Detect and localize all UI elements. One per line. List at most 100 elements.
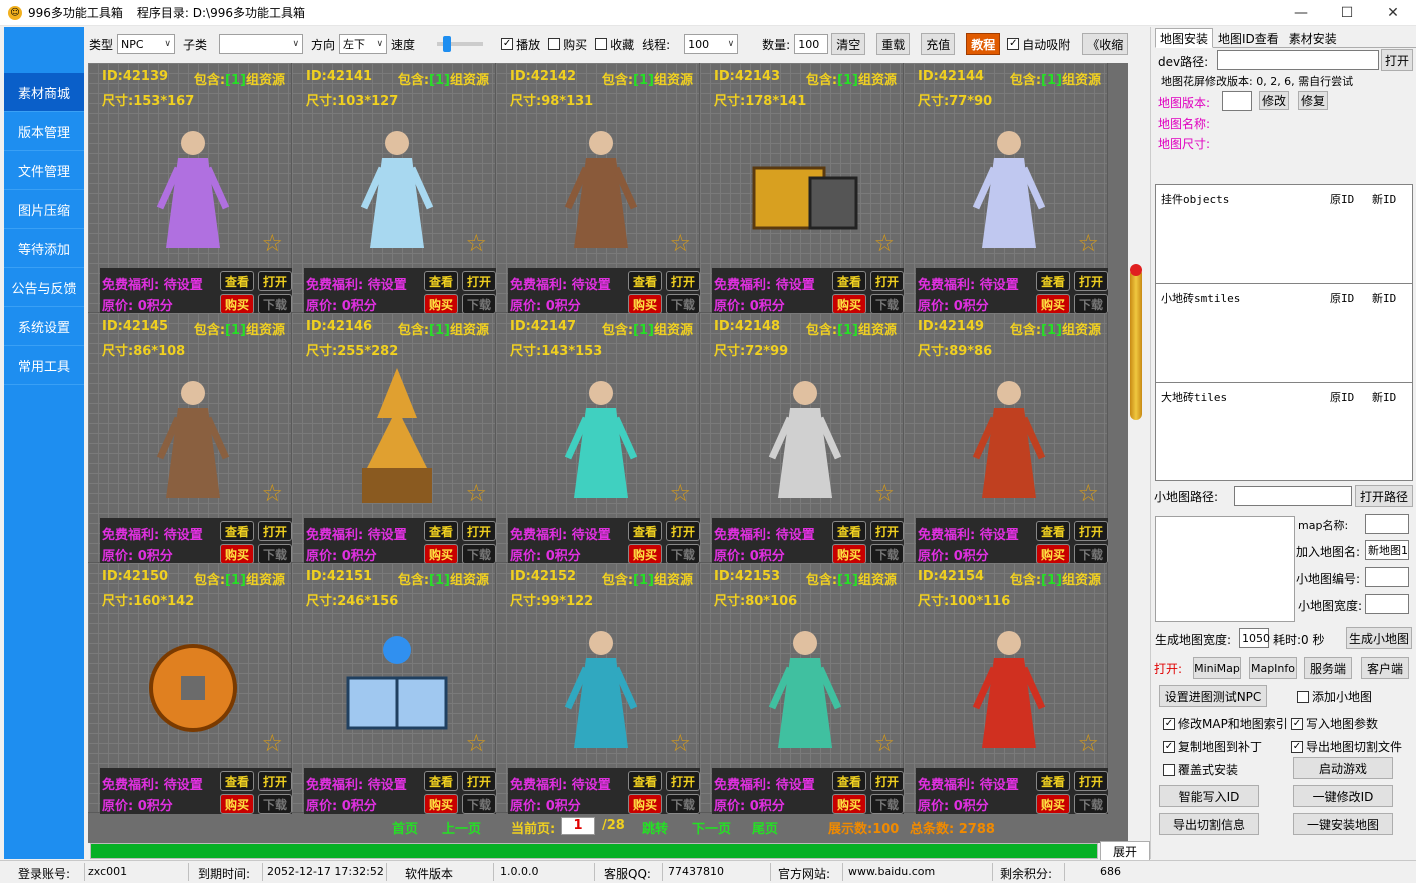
copy-map-patch-checkbox[interactable]: ✓ 复制地图到补丁 (1163, 738, 1262, 755)
download-button[interactable]: 下载 (666, 794, 700, 814)
slider-handle[interactable] (443, 36, 452, 52)
open-button[interactable]: 打开 (666, 271, 700, 291)
objects-list[interactable]: 挂件objects 原ID 新ID (1155, 184, 1413, 284)
start-game-button[interactable]: 启动游戏 (1293, 757, 1393, 779)
view-button[interactable]: 查看 (424, 521, 458, 541)
favorite-checkbox[interactable]: 收藏 (595, 36, 634, 53)
gen-width-input[interactable]: 1050 (1239, 628, 1270, 648)
download-button[interactable]: 下载 (462, 794, 496, 814)
resource-card[interactable]: ID:42153 包含:[1]组资源 尺寸:80*106 ☆ 免费福利: 待设置 原价: … (700, 563, 904, 814)
buy-button[interactable]: 购买 (1036, 794, 1070, 814)
tab-map-id-view[interactable]: 地图ID查看 (1213, 28, 1284, 48)
minimize-icon[interactable]: — (1278, 0, 1324, 26)
mapinfo-button[interactable]: MapInfo (1249, 657, 1297, 679)
open-button[interactable]: 打开 (666, 771, 700, 791)
favorite-star-icon[interactable]: ☆ (669, 229, 691, 257)
tutorial-button[interactable]: 教程 (966, 33, 1001, 55)
favorite-star-icon[interactable]: ☆ (1077, 229, 1099, 257)
resource-card[interactable]: ID:42141 包含:[1]组资源 尺寸:103*127 ☆ 免费福利: 待设置 原价:… (292, 63, 496, 314)
prev-page-link[interactable]: 上一页 (442, 818, 481, 837)
write-map-params-checkbox[interactable]: ✓ 写入地图参数 (1291, 715, 1378, 732)
view-button[interactable]: 查看 (628, 771, 662, 791)
open-button[interactable]: 打开 (1074, 771, 1108, 791)
open-button[interactable]: 打开 (1074, 271, 1108, 291)
resource-card[interactable]: ID:42150 包含:[1]组资源 尺寸:160*142 ☆ 免费福利: 待设置 原价:… (88, 563, 292, 814)
minimap-button[interactable]: MiniMap (1193, 657, 1241, 679)
buy-button[interactable]: 购买 (832, 544, 866, 564)
view-button[interactable]: 查看 (628, 271, 662, 291)
addmap-input[interactable]: 新地图1 (1365, 540, 1409, 560)
buy-button[interactable]: 购买 (628, 794, 662, 814)
resource-card[interactable]: ID:42148 包含:[1]组资源 尺寸:72*99 ☆ 免费福利: 待设置 原价: 0… (700, 313, 904, 564)
onekey-modify-id-button[interactable]: 一键修改ID (1293, 785, 1393, 807)
overwrite-install-checkbox[interactable]: 覆盖式安装 (1163, 761, 1238, 778)
speed-slider[interactable] (437, 36, 484, 52)
download-button[interactable]: 下载 (258, 294, 292, 314)
sidebar-item[interactable]: 版本管理 (4, 112, 84, 151)
tiles-list[interactable]: 大地砖tiles 原ID 新ID (1155, 382, 1413, 481)
view-button[interactable]: 查看 (220, 771, 254, 791)
resource-card[interactable]: ID:42146 包含:[1]组资源 尺寸:255*282 ☆ 免费福利: 待设置 原价:… (292, 313, 496, 564)
favorite-star-icon[interactable]: ☆ (873, 229, 895, 257)
resource-card[interactable]: ID:42149 包含:[1]组资源 尺寸:89*86 ☆ 免费福利: 待设置 原价: 0… (904, 313, 1108, 564)
buy-button[interactable]: 购买 (220, 794, 254, 814)
view-button[interactable]: 查看 (1036, 521, 1070, 541)
view-button[interactable]: 查看 (220, 271, 254, 291)
favorite-star-icon[interactable]: ☆ (1077, 729, 1099, 757)
resource-card[interactable]: ID:42139 包含:[1]组资源 尺寸:153*167 ☆ 免费福利: 待设置 原价:… (88, 63, 292, 314)
modify-map-index-checkbox[interactable]: ✓ 修改MAP和地图索引 (1163, 715, 1288, 732)
expand-button[interactable]: 展开 (1100, 841, 1150, 861)
buy-checkbox[interactable]: 购买 (548, 36, 587, 53)
sidebar-item[interactable]: 图片压缩 (4, 190, 84, 229)
buy-button[interactable]: 购买 (832, 794, 866, 814)
collapse-button[interactable]: 《收缩 (1082, 33, 1129, 55)
download-button[interactable]: 下载 (1074, 794, 1108, 814)
first-page-link[interactable]: 首页 (392, 818, 418, 837)
download-button[interactable]: 下载 (870, 794, 904, 814)
sidebar-item[interactable]: 文件管理 (4, 151, 84, 190)
resource-card[interactable]: ID:42143 包含:[1]组资源 尺寸:178*141 ☆ 免费福利: 待设置 原价:… (700, 63, 904, 314)
open-button[interactable]: 打开 (870, 771, 904, 791)
onekey-install-map-button[interactable]: 一键安装地图 (1293, 813, 1393, 835)
resource-card[interactable]: ID:42145 包含:[1]组资源 尺寸:86*108 ☆ 免费福利: 待设置 原价: … (88, 313, 292, 564)
export-cut-file-checkbox[interactable]: ✓ 导出地图切割文件 (1291, 738, 1402, 755)
dev-open-button[interactable]: 打开 (1381, 49, 1413, 71)
view-button[interactable]: 查看 (220, 521, 254, 541)
buy-button[interactable]: 购买 (220, 294, 254, 314)
view-button[interactable]: 查看 (1036, 271, 1070, 291)
mapname-input[interactable] (1365, 514, 1409, 534)
download-button[interactable]: 下载 (1074, 544, 1108, 564)
view-button[interactable]: 查看 (832, 521, 866, 541)
modify-button[interactable]: 修改 (1259, 91, 1289, 110)
download-button[interactable]: 下载 (462, 294, 496, 314)
next-page-link[interactable]: 下一页 (692, 818, 731, 837)
open-button[interactable]: 打开 (1074, 521, 1108, 541)
sidebar-item[interactable]: 系统设置 (4, 307, 84, 346)
minimap-open-button[interactable]: 打开路径 (1355, 485, 1413, 507)
favorite-star-icon[interactable]: ☆ (261, 229, 283, 257)
download-button[interactable]: 下载 (870, 294, 904, 314)
view-button[interactable]: 查看 (1036, 771, 1070, 791)
minimap-path-input[interactable] (1234, 486, 1352, 506)
resource-card[interactable]: ID:42152 包含:[1]组资源 尺寸:99*122 ☆ 免费福利: 待设置 原价: … (496, 563, 700, 814)
dev-path-input[interactable] (1217, 50, 1379, 70)
tab-asset-install[interactable]: 素材安装 (1284, 28, 1342, 48)
favorite-star-icon[interactable]: ☆ (261, 729, 283, 757)
repair-button[interactable]: 修复 (1298, 91, 1328, 110)
add-minimap-checkbox[interactable]: 添加小地图 (1297, 688, 1372, 705)
resource-card[interactable]: ID:42142 包含:[1]组资源 尺寸:98*131 ☆ 免费福利: 待设置 原价: … (496, 63, 700, 314)
smtiles-list[interactable]: 小地砖smtiles 原ID 新ID (1155, 283, 1413, 383)
buy-button[interactable]: 购买 (424, 294, 458, 314)
view-button[interactable]: 查看 (628, 521, 662, 541)
download-button[interactable]: 下载 (462, 544, 496, 564)
set-test-npc-button[interactable]: 设置进图测试NPC (1159, 685, 1267, 707)
recharge-button[interactable]: 充值 (921, 33, 956, 55)
resource-card[interactable]: ID:42147 包含:[1]组资源 尺寸:143*153 ☆ 免费福利: 待设置 原价:… (496, 313, 700, 564)
reload-button[interactable]: 重载 (876, 33, 911, 55)
resource-card[interactable]: ID:42154 包含:[1]组资源 尺寸:100*116 ☆ 免费福利: 待设置 原价:… (904, 563, 1108, 814)
download-button[interactable]: 下载 (870, 544, 904, 564)
open-button[interactable]: 打开 (462, 771, 496, 791)
open-button[interactable]: 打开 (462, 271, 496, 291)
favorite-star-icon[interactable]: ☆ (873, 479, 895, 507)
jump-link[interactable]: 跳转 (642, 818, 668, 837)
